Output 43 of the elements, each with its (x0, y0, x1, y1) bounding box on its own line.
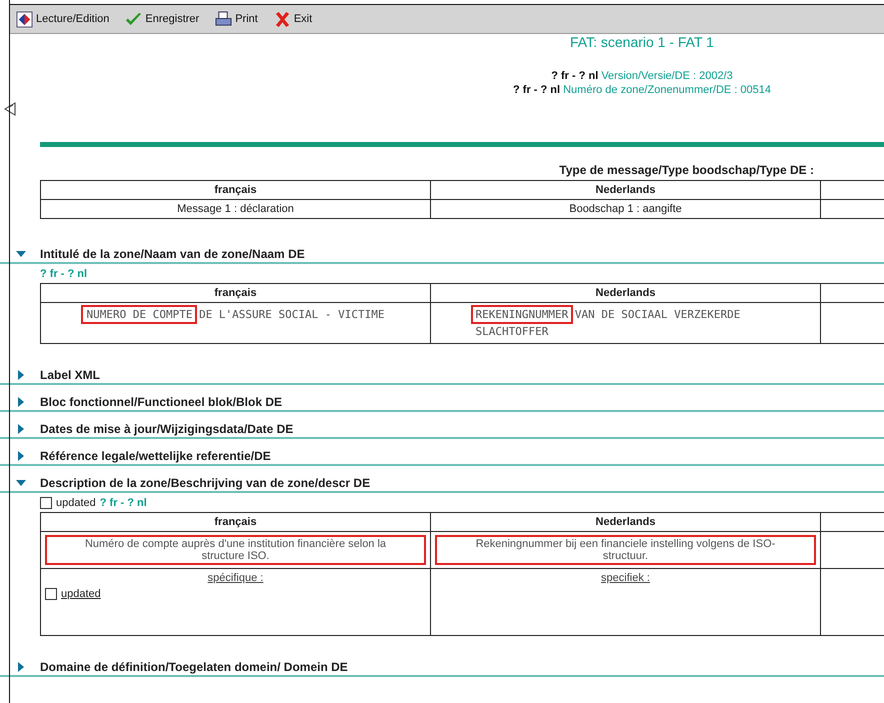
checkbox[interactable] (45, 588, 57, 600)
column-header: Nederlands (430, 284, 820, 302)
column-header: français (40, 180, 430, 200)
section-title: Bloc fonctionnel/Functioneel blok/Blok DE (40, 395, 282, 409)
language-note: ? fr - ? nl (513, 84, 560, 96)
meta-text: Version/Versie/DE : 2002/3 (601, 70, 733, 82)
checkbox-label: updated (56, 497, 96, 509)
toolbar-button[interactable]: Lecture/Edition (14, 8, 112, 30)
toolbar-button[interactable]: Exit (272, 8, 314, 30)
cell-text: Rekeningnummer bij een financiele instelling volgens de ISO-structuur. (476, 538, 776, 562)
expanded-triangle-icon[interactable] (14, 478, 28, 488)
close-icon (274, 10, 291, 28)
table-cell: Message 1 : déclaration (40, 200, 430, 218)
section-title: Label XML (40, 368, 100, 382)
page-title: FAT: scenario 1 - FAT 1 (569, 34, 715, 50)
table-cell: Boodschap 1 : aangifte (430, 200, 820, 218)
column-header: Nederlands (430, 512, 820, 532)
updated-link[interactable]: updated (61, 588, 101, 600)
cell-text: Numéro de compte auprès d'une institution financière selon la structure ISO. (84, 538, 386, 562)
cell-text: REKENINGNUMMER VAN DE SOCIAAL VERZEKERDE SLACHTOFFER (476, 307, 742, 340)
toolbar-button[interactable]: Print (213, 8, 260, 30)
column-header: français (40, 512, 430, 532)
column-header: français (40, 284, 430, 302)
column-header: Nederlands (430, 180, 820, 200)
expanded-triangle-icon[interactable] (14, 249, 28, 259)
section-title: Domaine de définition/Toegelaten domein/ Domein DE (40, 660, 348, 674)
meta-text: Numéro de zone/Zonenummer/DE : 00514 (563, 84, 771, 96)
checkbox[interactable] (40, 497, 52, 509)
section-title: Description de la zone/Beschrijving van de zone/descr DE (40, 476, 370, 490)
printer-icon (215, 10, 232, 28)
language-note: ? fr - ? nl (40, 268, 88, 280)
back-arrow-icon[interactable] (4, 102, 16, 116)
check-icon (125, 10, 142, 28)
toolbar-button[interactable]: Enregistrer (123, 8, 202, 30)
language-note: ? fr - ? nl (551, 70, 598, 82)
cell-text: NUMERO DE COMPTE DE L'ASSURE SOCIAL - VICTIME (86, 307, 384, 323)
section-title: Dates de mise à jour/Wijzigingsdata/Date DE (40, 422, 294, 436)
section-heading: Type de message/Type boodschap/Type DE : (558, 163, 814, 177)
section-title: Référence legale/wettelijke referentie/DE (40, 449, 271, 463)
language-note: ? fr - ? nl (100, 497, 147, 509)
cell-label: specifiek : (600, 572, 651, 584)
cell-label: spécifique : (206, 572, 264, 584)
section-title: Intitulé de la zone/Naam van de zone/Naam DE (40, 247, 305, 261)
